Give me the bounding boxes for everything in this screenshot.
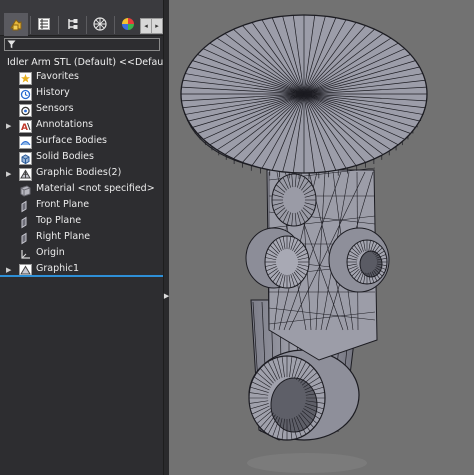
tree-item-label: Sensors — [36, 103, 74, 114]
tree-item-label: Material <not specified> — [36, 183, 155, 194]
tree-item-graphic-bodies[interactable]: ▶ Graphic Bodies(2) — [0, 166, 163, 182]
tree-expander — [6, 246, 12, 262]
tree-item-label: Surface Bodies — [36, 135, 108, 146]
tree-item-label: Origin — [36, 247, 65, 258]
tree-expander — [6, 70, 12, 86]
tree-item-label: Front Plane — [36, 199, 90, 210]
tree-item-label: Solid Bodies — [36, 151, 94, 162]
tree-item-label: Graphic Bodies(2) — [36, 167, 122, 178]
tree-item-front-plane[interactable]: Front Plane — [0, 198, 163, 214]
tree-item-material[interactable]: Material <not specified> — [0, 182, 163, 198]
tree-item-favorites[interactable]: Favorites — [0, 70, 163, 86]
tree-expander — [6, 198, 12, 214]
tree-item-surface-bodies[interactable]: Surface Bodies — [0, 134, 163, 150]
tree-item-solid-bodies[interactable]: Solid Bodies — [0, 150, 163, 166]
graphic-bodies-icon — [19, 168, 32, 181]
feature-manager-tab[interactable] — [4, 13, 28, 36]
dimxpert-manager-tab[interactable] — [88, 12, 112, 36]
idler-arm-mesh-model[interactable] — [169, 0, 474, 475]
configuration-manager-tab[interactable] — [60, 12, 84, 36]
tab-scroll-buttons: ◂ ▸ — [140, 18, 163, 34]
history-icon — [19, 88, 32, 101]
expand-arrow-icon[interactable]: ▶ — [6, 166, 12, 182]
tree-item-origin[interactable]: Origin — [0, 246, 163, 262]
surface-bodies-icon — [19, 136, 32, 149]
tree-expander — [6, 102, 12, 118]
graphics-viewport[interactable] — [169, 0, 474, 475]
solid-bodies-icon — [19, 152, 32, 165]
display-manager-icon — [122, 18, 134, 30]
tree-expander — [6, 134, 12, 150]
plane-icon — [21, 232, 27, 245]
tree-expander — [6, 230, 12, 246]
tree-item-label: Graphic1 — [36, 263, 80, 274]
tree-item-label: Top Plane — [36, 215, 82, 226]
display-manager-tab[interactable] — [116, 12, 140, 36]
tree-filter-input[interactable] — [4, 38, 160, 51]
favorites-icon — [19, 72, 32, 85]
svg-text:A: A — [21, 123, 28, 133]
tree-item-label: History — [36, 87, 70, 98]
tree-item-label: Right Plane — [36, 231, 91, 242]
tree-item-right-plane[interactable]: Right Plane — [0, 230, 163, 246]
tree-rollback-bar[interactable] — [0, 275, 163, 277]
tab-scroll-right-button[interactable]: ▸ — [151, 19, 162, 33]
tree-expander — [6, 182, 12, 198]
tree-item-sensors[interactable]: Sensors — [0, 102, 163, 118]
tree-root-part[interactable]: Idler Arm STL (Default) <<Default>_Di — [0, 54, 163, 70]
tree-expander — [6, 214, 12, 230]
configuration-manager-icon — [68, 19, 78, 29]
origin-icon — [21, 250, 30, 259]
tab-scroll-left-button[interactable]: ◂ — [141, 19, 151, 33]
tree-item-label: Favorites — [36, 71, 79, 82]
tree-item-history[interactable]: History — [0, 86, 163, 102]
feature-manager-panel: ◂ ▸ Idler Arm STL (Default) <<Default>_D… — [0, 0, 163, 475]
property-manager-icon — [38, 18, 50, 30]
plane-icon — [21, 200, 27, 213]
filter-icon — [7, 40, 16, 49]
tree-item-annotations[interactable]: ▶ A Annotations — [0, 118, 163, 134]
annotations-icon: A — [19, 120, 32, 133]
tree-item-label: Annotations — [36, 119, 94, 130]
tree-expander — [6, 86, 12, 102]
tree-filter-row — [0, 36, 163, 52]
sensors-icon — [19, 104, 32, 117]
property-manager-tab[interactable] — [32, 12, 56, 36]
tree-item-top-plane[interactable]: Top Plane — [0, 214, 163, 230]
expand-arrow-icon[interactable]: ▶ — [6, 118, 12, 134]
material-icon — [20, 185, 31, 197]
tree-expander — [6, 150, 12, 166]
manager-tab-bar: ◂ ▸ — [0, 0, 163, 36]
plane-icon — [21, 216, 27, 229]
tree-root-label: Idler Arm STL (Default) <<Default>_Di — [7, 56, 163, 68]
feature-manager-icon — [10, 18, 22, 30]
dimxpert-manager-icon — [93, 17, 107, 31]
